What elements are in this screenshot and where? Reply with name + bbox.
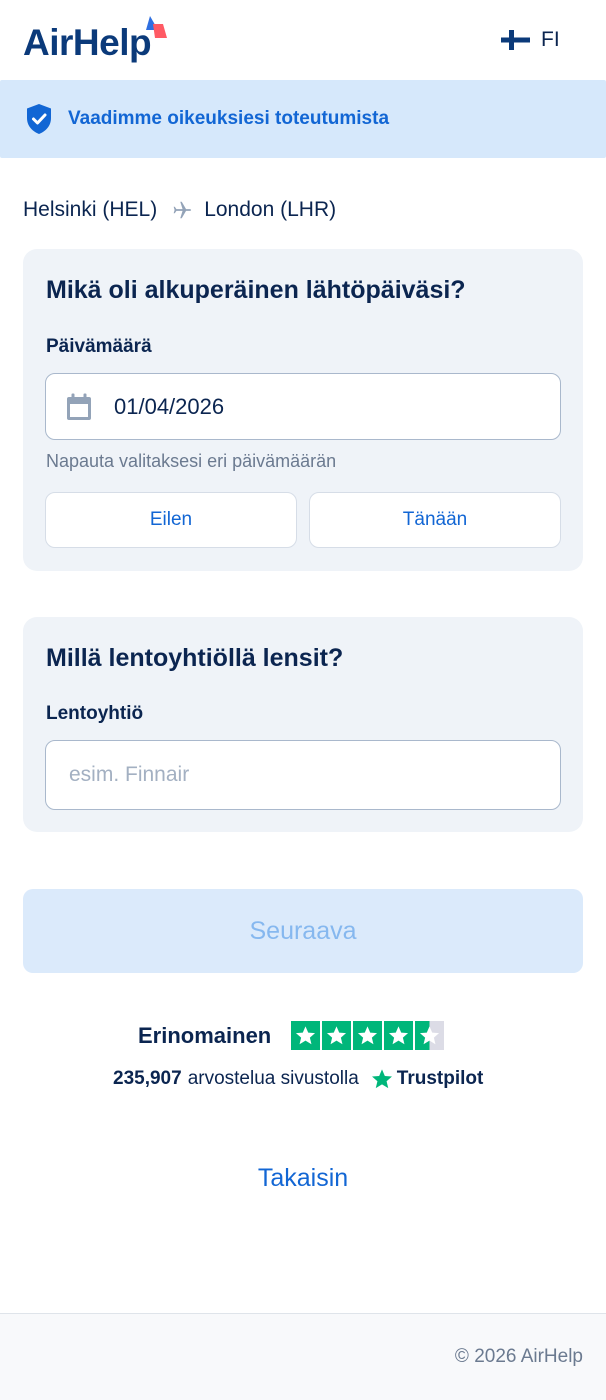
date-question-title: Mikä oli alkuperäinen lähtöpäiväsi? [46, 276, 466, 304]
trustpilot-star-icon [371, 1069, 392, 1089]
airline-field-label: Lentoyhtiö [46, 703, 144, 724]
banner-text: Vaadimme oikeuksiesi toteutumista [68, 108, 390, 129]
star-icon [353, 1021, 382, 1050]
trustpilot-rating: Erinomainen [0, 1020, 606, 1052]
airhelp-logo-mark-icon [146, 16, 167, 38]
airline-card: Millä lentoyhtiöllä lensit? Lentoyhtiö [23, 617, 583, 832]
reviews-text: arvostelua sivustolla [187, 1068, 359, 1089]
yesterday-button[interactable]: Eilen [45, 492, 297, 548]
language-selector[interactable]: FI [501, 28, 560, 52]
review-count: 235,907 [113, 1068, 182, 1089]
airhelp-logo[interactable]: AirHelp [23, 22, 152, 64]
airline-question-title: Millä lentoyhtiöllä lensit? [46, 644, 344, 672]
header: AirHelp FI [0, 0, 606, 80]
copyright-text: © 2026 AirHelp [454, 1346, 583, 1367]
date-input[interactable]: 01/04/2026 [45, 373, 561, 440]
route-origin: Helsinki (HEL) [23, 198, 158, 221]
today-button[interactable]: Tänään [309, 492, 561, 548]
shield-check-icon [27, 104, 51, 134]
route-destination: London (LHR) [204, 198, 337, 221]
flight-route: Helsinki (HEL) London (LHR) [23, 196, 336, 224]
rating-word: Erinomainen [138, 1023, 272, 1048]
date-hint: Napauta valitaksesi eri päivämäärän [46, 451, 337, 471]
rights-banner: Vaadimme oikeuksiesi toteutumista [0, 80, 606, 158]
star-icon [384, 1021, 413, 1050]
finland-flag-icon [501, 30, 530, 50]
date-value: 01/04/2026 [114, 393, 225, 419]
next-button[interactable]: Seuraava [23, 889, 583, 973]
date-field-label: Päivämäärä [46, 336, 152, 357]
trustpilot-name[interactable]: Trustpilot [397, 1068, 484, 1090]
footer: © 2026 AirHelp [0, 1313, 606, 1400]
star-icon [322, 1021, 351, 1050]
star-icon [291, 1021, 320, 1050]
airline-input[interactable] [45, 740, 561, 810]
airplane-icon [173, 201, 192, 219]
rating-stars [291, 1021, 446, 1050]
calendar-icon [67, 393, 91, 420]
review-summary: 235,907 arvostelua sivustolla Trustpilot [113, 1066, 483, 1092]
half-star-icon [415, 1021, 444, 1050]
departure-date-card: Mikä oli alkuperäinen lähtöpäiväsi? Päiv… [23, 249, 583, 571]
language-code: FI [541, 28, 560, 51]
back-link[interactable]: Takaisin [0, 1164, 606, 1193]
